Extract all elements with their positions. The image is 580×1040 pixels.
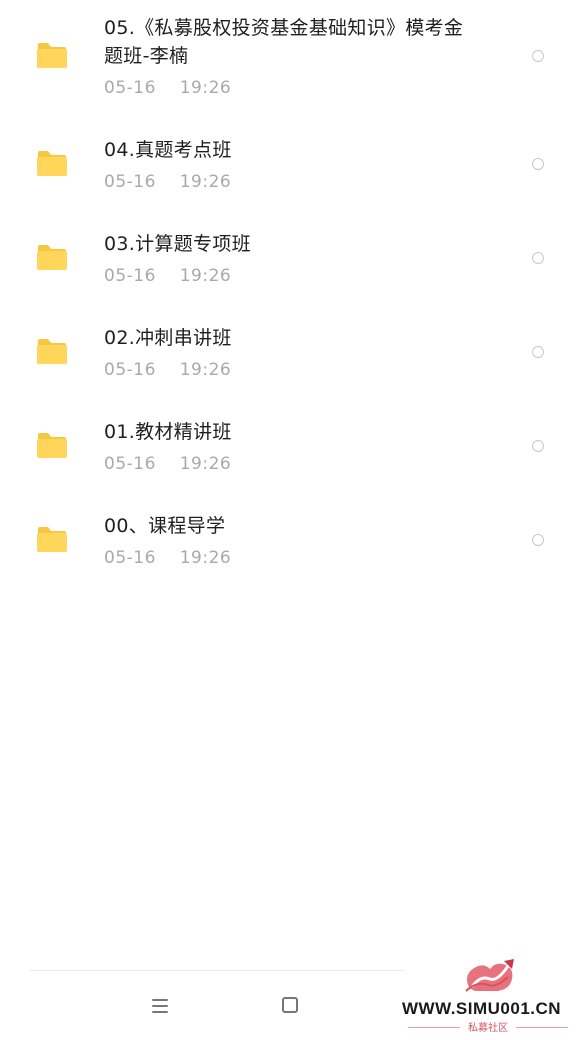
watermark-rule-right <box>516 1027 568 1028</box>
list-item[interactable]: 04.真题考点班 05-16 19:26 <box>0 110 580 204</box>
list-item[interactable]: 02.冲刺串讲班 05-16 19:26 <box>0 298 580 392</box>
select-radio[interactable] <box>532 440 544 452</box>
watermark-url: WWW.SIMU001.CN <box>402 999 562 1018</box>
watermark-subtitle: 私募社区 <box>468 1023 508 1034</box>
file-name-line2: 题班-李楠 <box>104 45 189 67</box>
select-radio[interactable] <box>532 50 544 62</box>
folder-icon <box>36 150 68 177</box>
file-name: 00、课程导学 <box>104 515 226 537</box>
file-name: 02.冲刺串讲班 <box>104 327 232 349</box>
list-item[interactable]: 00、课程导学 05-16 19:26 <box>0 486 580 580</box>
file-name: 04.真题考点班 <box>104 139 232 161</box>
bottom-divider <box>30 970 404 971</box>
folder-icon <box>36 42 68 69</box>
select-radio[interactable] <box>532 158 544 170</box>
file-date: 05-16 19:26 <box>104 266 232 286</box>
folder-icon <box>36 338 68 365</box>
menu-icon[interactable] <box>150 996 170 1016</box>
folder-icon <box>36 432 68 459</box>
watermark: WWW.SIMU001.CN 私募社区 <box>400 955 576 1035</box>
file-name: 01.教材精讲班 <box>104 421 232 443</box>
list-item[interactable]: 03.计算题专项班 05-16 19:26 <box>0 204 580 298</box>
home-square-icon[interactable] <box>282 997 298 1013</box>
select-radio[interactable] <box>532 252 544 264</box>
file-date: 05-16 19:26 <box>104 172 232 192</box>
list-item[interactable]: 05.《私募股权投资基金基础知识》模考金 题班-李楠 05-16 19:26 <box>0 0 580 110</box>
file-name-line1: 05.《私募股权投资基金基础知识》模考金 <box>104 17 464 39</box>
file-date: 05-16 19:26 <box>104 78 232 98</box>
select-radio[interactable] <box>532 346 544 358</box>
list-item[interactable]: 01.教材精讲班 05-16 19:26 <box>0 392 580 486</box>
file-name: 03.计算题专项班 <box>104 233 251 255</box>
file-date: 05-16 19:26 <box>104 454 232 474</box>
watermark-rule-left <box>408 1027 460 1028</box>
folder-icon <box>36 526 68 553</box>
folder-icon <box>36 244 68 271</box>
watermark-logo-icon <box>462 955 518 997</box>
select-radio[interactable] <box>532 534 544 546</box>
file-date: 05-16 19:26 <box>104 548 232 568</box>
file-date: 05-16 19:26 <box>104 360 232 380</box>
file-name: 05.《私募股权投资基金基础知识》模考金 题班-李楠 <box>104 14 514 70</box>
